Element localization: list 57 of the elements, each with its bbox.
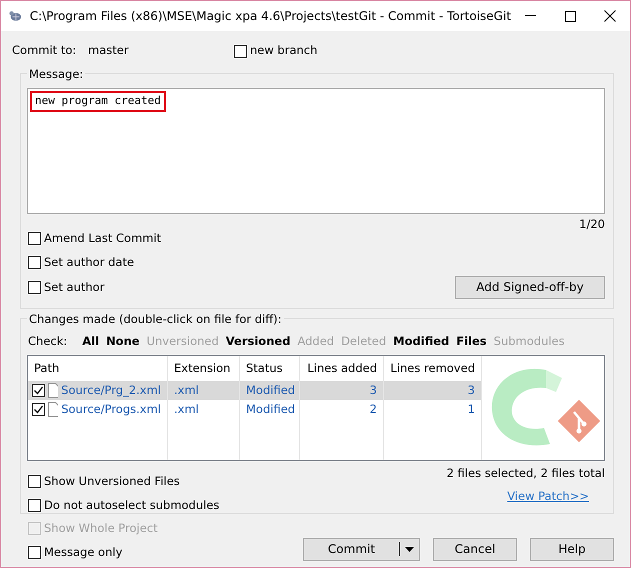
checkbox-label: Show Unversioned Files — [44, 473, 180, 490]
checkbox[interactable] — [234, 44, 247, 58]
window-title: C:\Program Files (x86)\MSE\Magic xpa 4.6\Projects\testGit - Commit - TortoiseGit — [30, 8, 512, 25]
filter-link[interactable]: Files — [456, 333, 487, 350]
checkbox[interactable] — [28, 256, 41, 270]
table-cell-text: 1 — [466, 401, 476, 418]
checkbox-label: Message only — [44, 544, 122, 562]
checkbox[interactable] — [28, 232, 41, 246]
table-cell: Modified — [240, 381, 299, 400]
checkbox-label: Amend Last Commit — [44, 230, 162, 247]
table-cell: 3 — [300, 381, 383, 400]
table-cell-text: Modified — [245, 401, 296, 418]
column-header[interactable]: Path — [28, 356, 167, 382]
checkbox[interactable] — [32, 403, 45, 416]
checkbox-label: Show Whole Project — [44, 520, 158, 537]
filter-link[interactable]: Modified — [393, 333, 450, 350]
message-text: new program created — [30, 91, 166, 112]
checkbox-label: Set author date — [44, 254, 134, 272]
message-field[interactable]: new program created — [27, 88, 605, 214]
checkbox-label: Set author — [44, 278, 104, 296]
tortoise-icon — [9, 9, 23, 23]
branch-name: master — [88, 42, 130, 60]
column-header[interactable]: Extension — [168, 356, 239, 382]
commit-button[interactable]: Commit — [303, 538, 420, 560]
filter-link[interactable]: Versioned — [226, 333, 290, 350]
caret-icon[interactable] — [405, 546, 414, 552]
character-counter: 1/20 — [579, 216, 605, 230]
table-cell-text: 2 — [368, 401, 378, 418]
dialog-button[interactable]: Cancel — [433, 538, 517, 560]
view-patch-link[interactable]: View Patch>> — [507, 488, 589, 505]
commit-to-label: Commit to: — [12, 42, 78, 60]
checkbox-label: new branch — [250, 42, 318, 60]
checkbox[interactable] — [32, 384, 45, 398]
column-header[interactable]: Lines added — [300, 356, 383, 382]
table-cell: 3 — [384, 381, 481, 400]
file-path[interactable]: Source/Progs.xml — [61, 401, 161, 418]
maximize-icon[interactable] — [565, 10, 576, 22]
check-label: Check: — [28, 333, 68, 350]
checkbox[interactable] — [28, 475, 41, 488]
close-icon[interactable] — [604, 10, 616, 22]
checkbox[interactable] — [28, 546, 41, 560]
file-icon — [48, 383, 58, 398]
column-header[interactable]: Status — [240, 356, 299, 382]
table-cell-text: .xml — [173, 401, 200, 418]
column-header[interactable]: Lines removed — [384, 356, 481, 382]
selection-summary: 2 files selected, 2 files total — [446, 465, 605, 482]
table-cell: .xml — [168, 381, 239, 400]
checkbox[interactable] — [28, 280, 41, 294]
filter-link[interactable]: None — [106, 333, 140, 350]
checkbox-label: Do not autoselect submodules — [44, 496, 220, 514]
filter-link[interactable]: All — [82, 333, 100, 350]
group-label: Changes made (double-click on file for diff): — [27, 311, 284, 328]
add-signed-off-by-button[interactable]: Add Signed-off-by — [455, 276, 605, 299]
minimize-icon[interactable] — [525, 15, 536, 17]
dialog-button[interactable]: Help — [530, 538, 614, 560]
file-icon — [48, 402, 58, 418]
checkbox[interactable] — [28, 498, 41, 512]
